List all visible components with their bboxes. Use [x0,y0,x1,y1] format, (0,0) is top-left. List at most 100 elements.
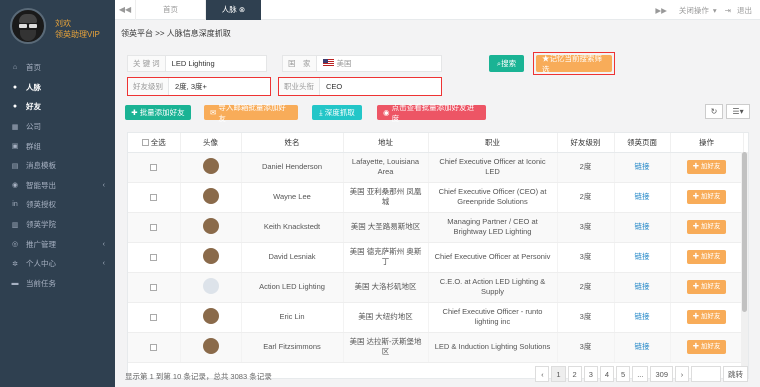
linkedin-link[interactable]: 链接 [635,222,650,231]
table-row: Eric Lin 美国 大纽约地区 Chief Executive Officer … [128,302,744,333]
sidebar-item-academy[interactable]: ▥ 领英学院 [0,215,115,235]
task-icon: ▬ [11,279,19,287]
page-1[interactable]: 1 [551,366,566,382]
row-checkbox[interactable] [150,193,158,201]
contact-level: 3度 [557,242,615,273]
row-checkbox[interactable] [150,343,158,351]
contact-name: Eric Lin [241,302,344,333]
col-linkedin: 领英页面 [614,133,671,153]
close-ops-dropdown[interactable]: 关闭操作 ▾ [671,5,721,16]
refresh-icon: ↻ [710,107,718,116]
page-jump-input[interactable] [691,366,721,382]
keyword-field[interactable]: 关 键 词 LED Lighting [127,55,267,72]
col-address: 地址 [343,133,429,153]
page-next[interactable]: › [675,366,689,382]
linkedin-link[interactable]: 链接 [635,192,650,201]
remember-filter-button[interactable]: ★记忆当前搜索筛选 [536,54,612,74]
deep-crawl-button[interactable]: ⤓ 深度抓取 [312,105,362,120]
linkedin-link[interactable]: 链接 [635,342,650,351]
main: 领英平台 >> 人脉信息深度抓取 关 键 词 LED Lighting 国 家美国… [115,20,760,387]
user-name: 刘欢 [55,19,71,28]
topbar: ◀◀ 首页 人脉 ⊗ ▶▶ 关闭操作 ▾ ⇥ 退出 [115,0,760,20]
breadcrumb: 领英平台 >> 人脉信息深度抓取 [121,29,231,38]
linkedin-link[interactable]: 链接 [635,252,650,261]
contact-address: 美国 亚利桑那州 凤凰城 [343,182,429,213]
logout-button[interactable]: ⇥ 退出 [721,5,760,16]
linkedin-link[interactable]: 链接 [635,162,650,171]
country-field[interactable]: 国 家美国 [282,55,442,72]
page-4[interactable]: 4 [599,366,615,382]
backward-icon[interactable]: ◀◀ [115,5,135,14]
chevron-left-icon: ‹ [102,181,105,189]
row-checkbox[interactable] [150,163,158,171]
sidebar-item-templates[interactable]: ▤ 消息模板 [0,156,115,176]
forward-icon[interactable]: ▶▶ [651,6,671,15]
topbar-right: ▶▶ 关闭操作 ▾ ⇥ 退出 [651,0,760,20]
page-309[interactable]: 309 [650,366,673,382]
friend-level-field[interactable]: 好友级别 2度, 3度+ [127,77,271,96]
sidebar-item-export[interactable]: ◉ 智能导出 ‹ [0,176,115,196]
user-plus-icon: ✚ [692,253,700,260]
avatar[interactable] [10,8,46,44]
contact-name: Wayne Lee [241,182,344,213]
contact-address: 美国 德克萨斯州 奥斯丁 [343,242,429,273]
tab-contacts[interactable]: 人脉 ⊗ [205,0,261,20]
page-3[interactable]: 3 [583,366,598,382]
jump-button[interactable]: 跳转 [723,366,748,382]
add-friend-button[interactable]: ✚ 加好友 [686,160,727,174]
columns-button[interactable]: ☰▾ [726,104,750,119]
sidebar-item-linkedin-auth[interactable]: in 领英授权 [0,195,115,215]
sidebar-item-company[interactable]: ▦ 公司 [0,117,115,137]
user-plus-icon: ✚ [692,313,700,320]
sidebar-item-home[interactable]: ⌂ 首页 [0,58,115,78]
home-icon: ⌂ [12,64,18,72]
select-all-header[interactable]: 全选 [128,133,181,153]
tab-home[interactable]: 首页 [135,0,205,20]
page-prev[interactable]: ‹ [535,366,550,382]
page-2[interactable]: 2 [567,366,582,382]
row-checkbox[interactable] [150,223,158,231]
table-scrollbar[interactable] [741,152,748,378]
col-name: 姓名 [241,133,344,153]
sidebar-item-promo[interactable]: ◎ 推广管理 ‹ [0,234,115,254]
sidebar-item-friends[interactable]: ● 好友 [0,97,115,117]
search-button[interactable]: ⌕ 搜索 [489,55,524,72]
add-friend-button[interactable]: ✚ 加好友 [686,340,727,354]
row-checkbox[interactable] [150,253,158,261]
refresh-button[interactable]: ↻ [705,104,723,119]
title-input[interactable]: CEO [320,82,348,91]
row-checkbox[interactable] [150,313,158,321]
add-friend-button[interactable]: ✚ 加好友 [686,190,727,204]
group-icon: ▣ [11,143,19,151]
sidebar-item-contacts[interactable]: ● 人脉 [0,78,115,98]
page-ellipsis: ... [632,366,649,382]
sidebar-item-groups[interactable]: ▣ 群组 [0,136,115,156]
title-field[interactable]: 职业头衔 CEO [278,77,442,96]
sidebar-item-tasks[interactable]: ▬ 当前任务 [0,274,115,294]
linkedin-link[interactable]: 链接 [635,282,650,291]
select-all-checkbox[interactable] [141,139,149,147]
friend-level-select[interactable]: 2度, 3度+ [169,81,213,92]
linkedin-link[interactable]: 链接 [635,312,650,321]
table-row: Earl Fitzsimmons 美国 达拉斯-沃斯堡地区 LED & Induct… [128,332,744,363]
contact-job: Chief Executive Officer at Personiv [428,242,558,273]
record-summary: 显示第 1 到第 10 条记录，总共 3083 条记录 [125,372,272,381]
add-friend-button[interactable]: ✚ 加好友 [686,310,727,324]
export-icon: ◉ [11,182,19,190]
sidebar-item-personal[interactable]: ✲ 个人中心 ‹ [0,254,115,274]
contact-name: Daniel Henderson [241,152,344,183]
download-icon: ⤓ [319,107,323,117]
contact-name: Keith Knackstedt [241,212,344,243]
add-friend-button[interactable]: ✚ 加好友 [686,250,727,264]
add-friend-button[interactable]: ✚ 加好友 [686,220,727,234]
keyword-input[interactable]: LED Lighting [166,59,221,68]
import-email-button[interactable]: ✉ 导入邮箱批量添加好友 [204,103,298,123]
add-friend-button[interactable]: ✚ 加好友 [686,280,727,294]
building-icon: ▦ [11,123,19,131]
progress-button[interactable]: ◉ 点击查看批量添加好友进度 [377,103,486,123]
row-checkbox[interactable] [150,283,158,291]
close-icon[interactable]: ⊗ [239,5,245,14]
contact-address: 美国 大纽约地区 [343,302,429,333]
page-5[interactable]: 5 [616,366,631,382]
batch-add-button[interactable]: ✚ 批量添加好友 [125,105,191,120]
